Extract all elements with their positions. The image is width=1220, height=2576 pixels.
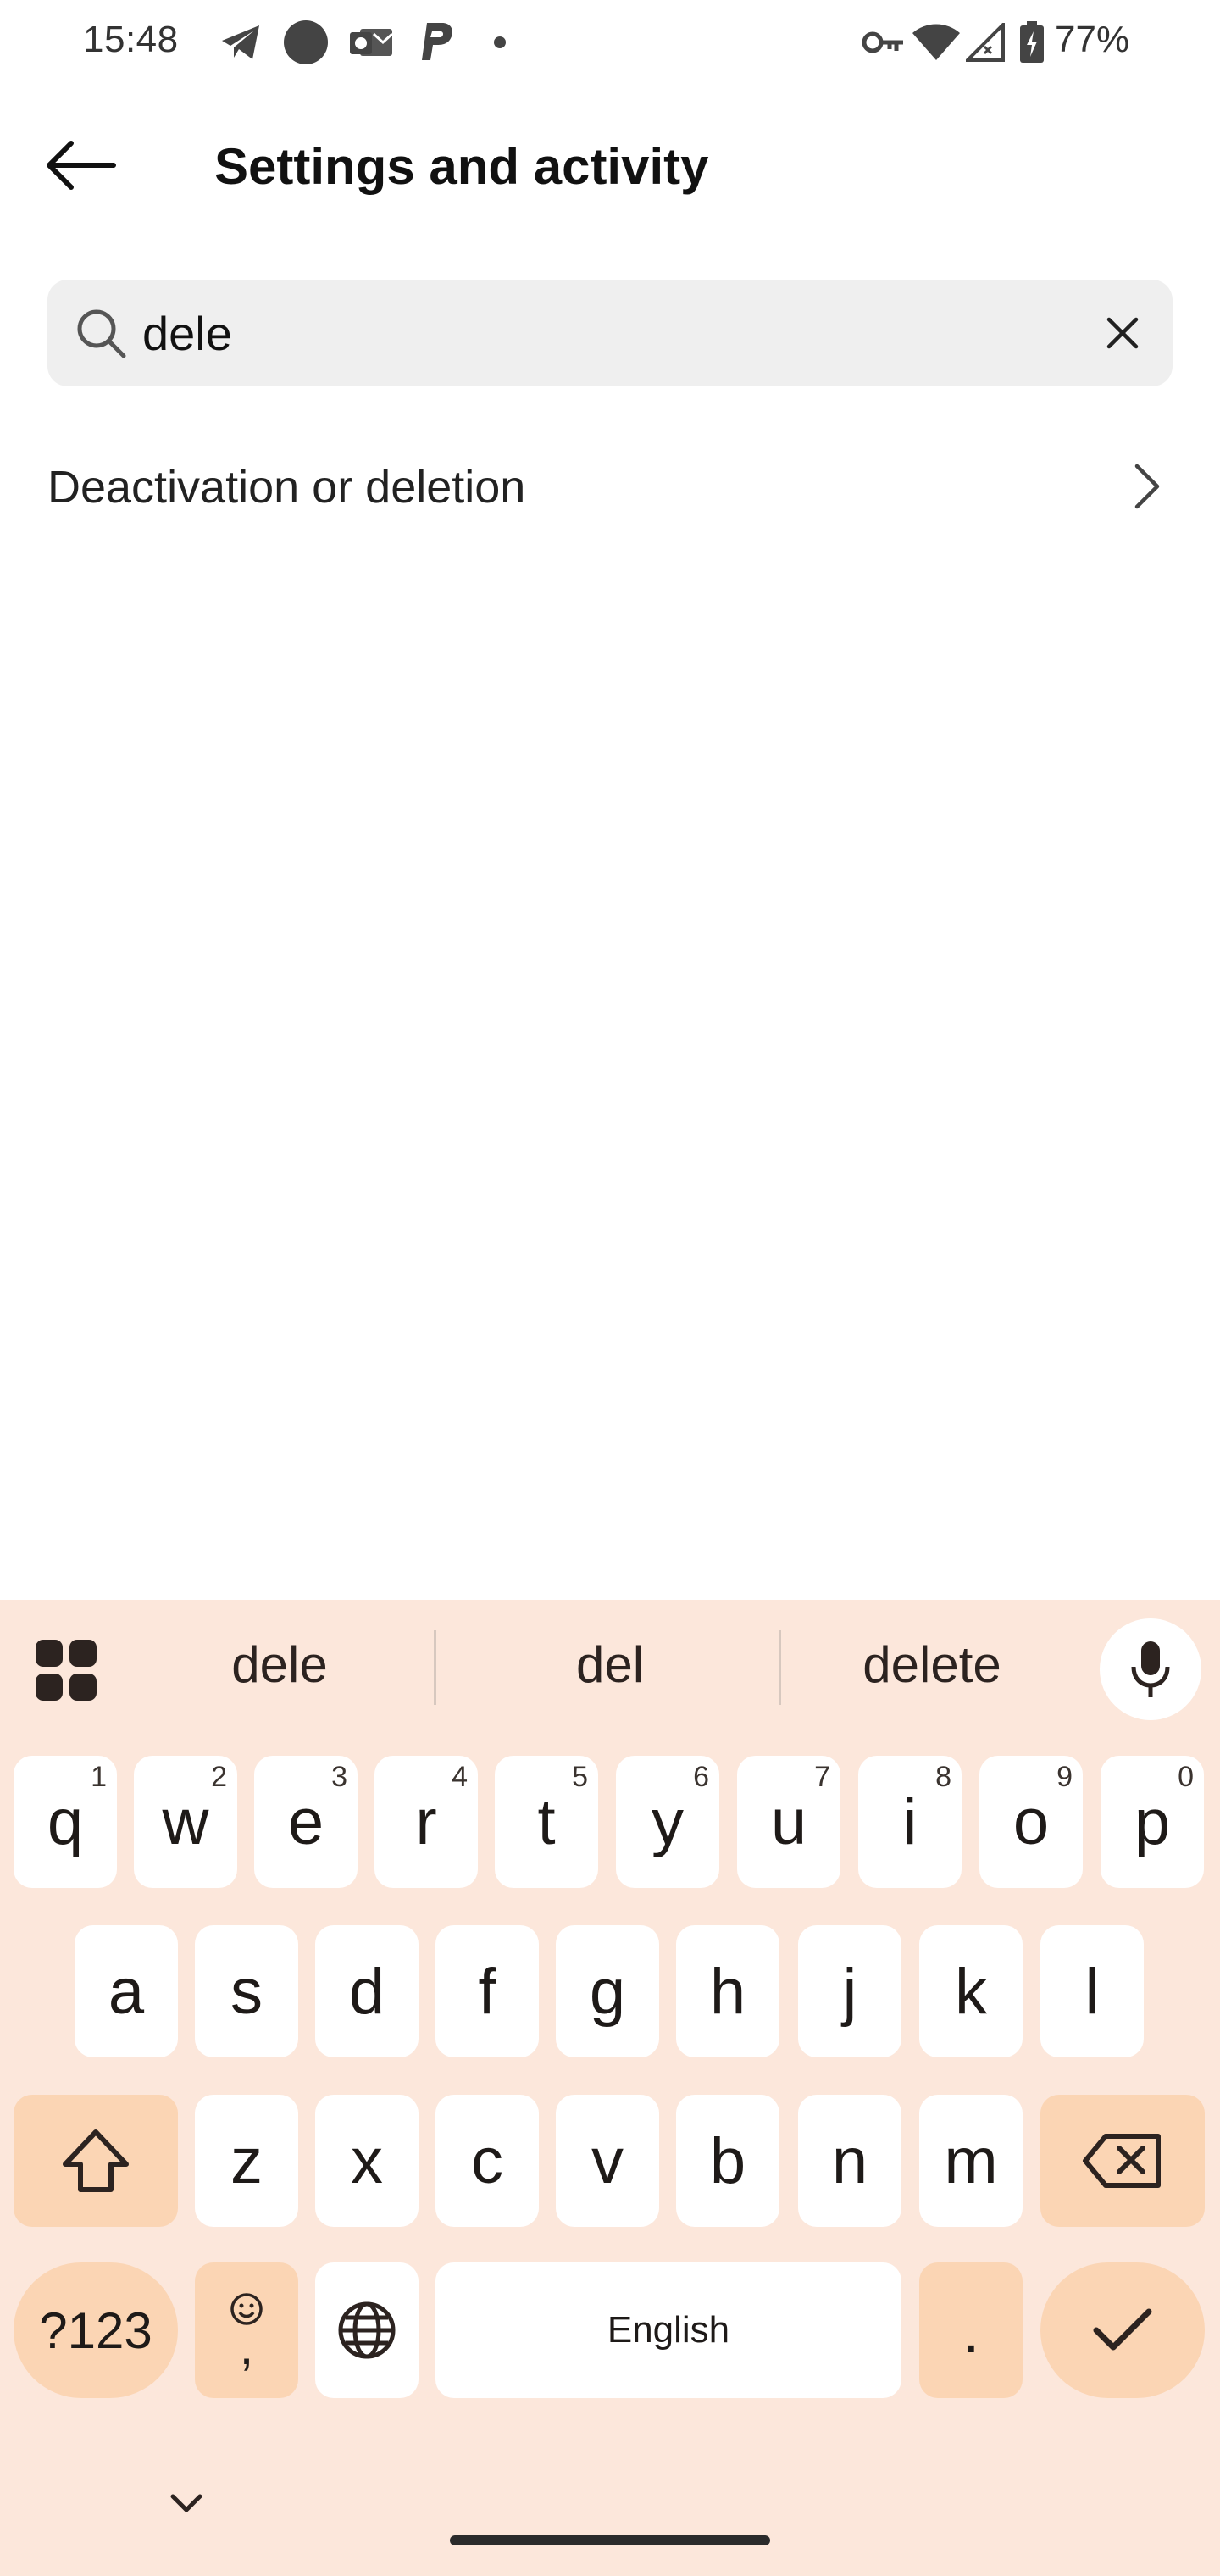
status-bar: 15:48 77% (0, 0, 1220, 85)
telegram-icon (219, 19, 263, 66)
checkmark-icon (1093, 2308, 1152, 2351)
key-j[interactable]: j (798, 1925, 901, 2057)
backspace-icon (1083, 2134, 1161, 2188)
key-l[interactable]: l (1040, 1925, 1144, 2057)
key-h[interactable]: h (676, 1925, 779, 2057)
key-e[interactable]: e3 (254, 1756, 358, 1888)
result-item-deactivation[interactable]: Deactivation or deletion (0, 441, 1220, 534)
circle-icon (282, 19, 330, 66)
chevron-right-icon (1134, 464, 1160, 509)
shift-icon (63, 2129, 129, 2192)
search-bar[interactable] (47, 280, 1173, 386)
signal-icon (964, 19, 1006, 66)
language-key[interactable] (315, 2262, 419, 2398)
suggestion-strip: dele del delete (0, 1600, 1220, 1735)
key-o[interactable]: o9 (979, 1756, 1083, 1888)
key-v[interactable]: v (556, 2095, 659, 2227)
clear-search-button[interactable] (1093, 303, 1152, 363)
emoji-comma-key[interactable]: , (195, 2262, 298, 2398)
key-c[interactable]: c (435, 2095, 539, 2227)
key-y[interactable]: y6 (616, 1756, 719, 1888)
apps-grid-icon[interactable] (34, 1638, 98, 1702)
shift-key[interactable] (14, 2095, 178, 2227)
key-f[interactable]: f (435, 1925, 539, 2057)
search-icon (77, 309, 126, 358)
key-q[interactable]: q1 (14, 1756, 117, 1888)
keyboard: dele del delete q1 w2 e3 r4 t5 y6 u7 i8 … (0, 1600, 1220, 2576)
chevron-down-icon[interactable] (161, 2483, 212, 2525)
battery-percentage: 77% (1055, 19, 1130, 60)
search-input[interactable] (142, 303, 1074, 363)
key-s[interactable]: s (195, 1925, 298, 2057)
symbols-key[interactable]: ?123 (14, 2262, 178, 2398)
period-key[interactable]: . (919, 2262, 1023, 2398)
key-u[interactable]: u7 (737, 1756, 840, 1888)
key-a[interactable]: a (75, 1925, 178, 2057)
page-title: Settings and activity (214, 138, 709, 195)
key-r[interactable]: r4 (374, 1756, 478, 1888)
key-w[interactable]: w2 (134, 1756, 237, 1888)
battery-icon (1017, 19, 1047, 66)
suggestion-3[interactable]: delete (779, 1635, 1084, 1694)
key-k[interactable]: k (919, 1925, 1023, 2057)
voice-input-button[interactable] (1100, 1618, 1201, 1720)
key-m[interactable]: m (919, 2095, 1023, 2227)
close-icon (1106, 317, 1139, 349)
paypal-icon (417, 19, 458, 66)
key-n[interactable]: n (798, 2095, 901, 2227)
suggestion-divider (434, 1630, 436, 1705)
backspace-key[interactable] (1040, 2095, 1205, 2227)
key-g[interactable]: g (556, 1925, 659, 2057)
vpn-key-icon (860, 19, 906, 66)
comma-label: , (239, 2318, 254, 2375)
outlook-icon (347, 19, 395, 66)
wifi-icon (911, 19, 962, 66)
key-z[interactable]: z (195, 2095, 298, 2227)
navigation-bar (0, 2457, 1220, 2576)
home-indicator[interactable] (450, 2535, 770, 2545)
key-b[interactable]: b (676, 2095, 779, 2227)
key-t[interactable]: t5 (495, 1756, 598, 1888)
key-d[interactable]: d (315, 1925, 419, 2057)
suggestion-2[interactable]: del (441, 1635, 779, 1694)
arrow-left-icon (47, 141, 116, 190)
dot-icon (491, 19, 508, 66)
key-x[interactable]: x (315, 2095, 419, 2227)
enter-key[interactable] (1040, 2262, 1205, 2398)
key-i[interactable]: i8 (858, 1756, 962, 1888)
back-button[interactable] (34, 127, 127, 203)
status-time: 15:48 (83, 19, 179, 60)
suggestion-1[interactable]: dele (119, 1635, 441, 1694)
key-p[interactable]: p0 (1101, 1756, 1204, 1888)
globe-icon (338, 2301, 396, 2359)
microphone-icon (1131, 1641, 1170, 1697)
space-bar[interactable]: English (435, 2262, 901, 2398)
result-label: Deactivation or deletion (47, 462, 526, 513)
header: Settings and activity (0, 110, 1220, 220)
